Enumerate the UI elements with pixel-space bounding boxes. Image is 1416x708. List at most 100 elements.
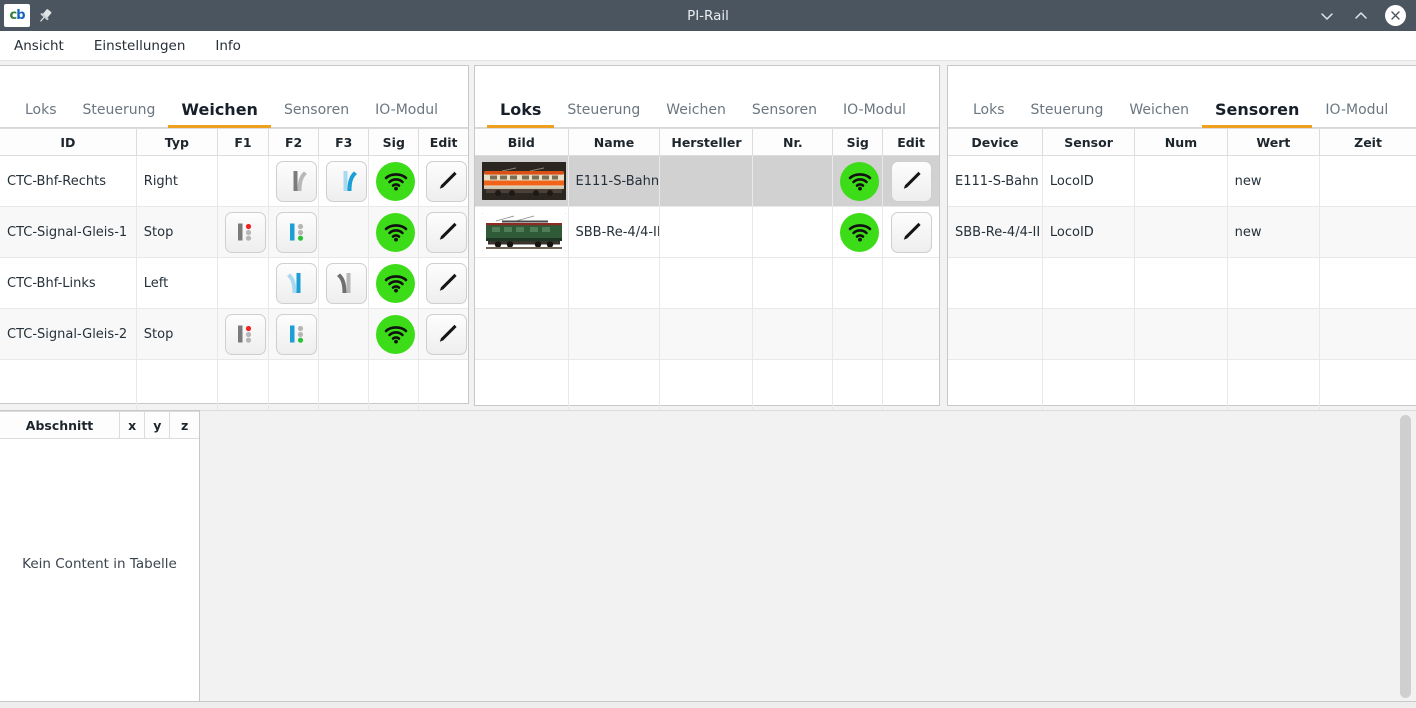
tab-sensoren[interactable]: Sensoren <box>271 102 362 127</box>
pin-icon[interactable] <box>36 7 54 25</box>
turnout-left-straight-icon[interactable] <box>326 263 367 304</box>
cell-edit[interactable] <box>419 207 468 258</box>
cell-f2[interactable] <box>269 207 319 258</box>
wifi-icon[interactable] <box>376 213 415 252</box>
pencil-icon[interactable] <box>891 212 932 253</box>
signal-green-icon[interactable] <box>276 314 317 355</box>
cell-empty <box>1042 258 1134 309</box>
table-row[interactable]: CTC-Signal-Gleis-2 Stop <box>0 309 468 360</box>
panel-sensoren: Loks Steuerung Weichen Sensoren IO-Modul… <box>947 65 1416 406</box>
cell-empty <box>753 360 833 411</box>
menu-item-ansicht[interactable]: Ansicht <box>14 38 64 54</box>
turnout-right-straight-icon[interactable] <box>276 161 317 202</box>
col-abschnitt: Abschnitt <box>0 412 120 439</box>
table-row-empty <box>475 258 939 309</box>
wifi-icon[interactable] <box>840 213 879 252</box>
wifi-icon[interactable] <box>840 162 879 201</box>
cell-empty <box>475 360 568 411</box>
cell-id: CTC-Signal-Gleis-1 <box>0 207 136 258</box>
cell-f3[interactable] <box>319 156 369 207</box>
tabs-left: Loks Steuerung Weichen Sensoren IO-Modul <box>0 66 468 128</box>
weichen-table: ID Typ F1 F2 F3 Sig Edit CTC-Bhf-Rechts … <box>0 128 468 411</box>
cell-edit[interactable] <box>883 156 939 207</box>
tab-steuerung[interactable]: Steuerung <box>70 102 169 127</box>
cell-typ: Stop <box>136 207 217 258</box>
table-row[interactable]: SBB-Re-4/4-II LocoID new <box>948 207 1416 258</box>
col-num: Num <box>1135 129 1227 156</box>
cell-bild <box>475 207 568 258</box>
pencil-icon[interactable] <box>891 161 932 202</box>
cell-f2[interactable] <box>269 258 319 309</box>
cell-edit[interactable] <box>419 309 468 360</box>
turnout-right-diverging-icon[interactable] <box>326 161 367 202</box>
close-icon[interactable] <box>1385 5 1406 26</box>
bottom-blank-area <box>200 410 1416 705</box>
cell-edit[interactable] <box>419 258 468 309</box>
signal-red-icon[interactable] <box>225 212 266 253</box>
menu-item-info[interactable]: Info <box>215 38 241 54</box>
cell-sig[interactable] <box>369 207 419 258</box>
tab-loks[interactable]: Loks <box>960 102 1018 127</box>
cell-empty <box>419 360 468 411</box>
tab-loks[interactable]: Loks <box>487 100 554 127</box>
cell-empty <box>475 309 568 360</box>
wifi-icon[interactable] <box>376 162 415 201</box>
cell-sig[interactable] <box>833 207 883 258</box>
wifi-icon[interactable] <box>376 315 415 354</box>
tab-steuerung[interactable]: Steuerung <box>1018 102 1117 127</box>
cell-sig[interactable] <box>369 258 419 309</box>
tab-io-modul[interactable]: IO-Modul <box>362 102 451 127</box>
table-row[interactable]: CTC-Signal-Gleis-1 Stop <box>0 207 468 258</box>
cell-f2[interactable] <box>269 156 319 207</box>
signal-green-icon[interactable] <box>276 212 317 253</box>
wifi-icon[interactable] <box>376 264 415 303</box>
table-row[interactable]: E111-S-Bahn LocoID new <box>948 156 1416 207</box>
cell-id: CTC-Bhf-Rechts <box>0 156 136 207</box>
cell-sig[interactable] <box>833 156 883 207</box>
table-row[interactable]: SBB-Re-4/4-II <box>475 207 939 258</box>
tab-weichen[interactable]: Weichen <box>653 102 739 127</box>
signal-red-icon[interactable] <box>225 314 266 355</box>
tab-io-modul[interactable]: IO-Modul <box>1312 102 1401 127</box>
cell-empty <box>1042 360 1134 411</box>
pencil-icon[interactable] <box>426 212 467 253</box>
cell-empty <box>1320 309 1416 360</box>
tab-steuerung[interactable]: Steuerung <box>554 102 653 127</box>
cell-f2[interactable] <box>269 309 319 360</box>
tab-sensoren[interactable]: Sensoren <box>1202 100 1312 127</box>
cell-f1[interactable] <box>217 309 268 360</box>
cell-sig[interactable] <box>369 156 419 207</box>
cell-edit[interactable] <box>419 156 468 207</box>
col-edit: Edit <box>419 129 468 156</box>
pencil-icon[interactable] <box>426 314 467 355</box>
tab-io-modul[interactable]: IO-Modul <box>830 102 919 127</box>
cell-empty <box>319 360 369 411</box>
tab-weichen[interactable]: Weichen <box>168 100 271 127</box>
pencil-icon[interactable] <box>426 263 467 304</box>
col-device: Device <box>948 129 1042 156</box>
chevron-down-icon[interactable] <box>1317 6 1337 26</box>
tab-sensoren[interactable]: Sensoren <box>739 102 830 127</box>
col-id: ID <box>0 129 136 156</box>
cell-edit[interactable] <box>883 207 939 258</box>
table-header-row: Abschnitt x y z <box>0 412 199 439</box>
cell-device: SBB-Re-4/4-II <box>948 207 1042 258</box>
cell-f1[interactable] <box>217 207 268 258</box>
cell-bild <box>475 156 568 207</box>
cell-empty <box>948 360 1042 411</box>
cell-empty <box>753 309 833 360</box>
pencil-icon[interactable] <box>426 161 467 202</box>
cell-empty <box>1320 258 1416 309</box>
cell-empty <box>833 360 883 411</box>
tab-loks[interactable]: Loks <box>12 102 70 127</box>
cell-f3[interactable] <box>319 258 369 309</box>
turnout-left-diverging-icon[interactable] <box>276 263 317 304</box>
menu-item-einstellungen[interactable]: Einstellungen <box>94 38 186 54</box>
vertical-scrollbar[interactable] <box>1400 415 1411 698</box>
table-row[interactable]: CTC-Bhf-Rechts Right <box>0 156 468 207</box>
table-row[interactable]: E111-S-Bahn <box>475 156 939 207</box>
cell-sig[interactable] <box>369 309 419 360</box>
table-row[interactable]: CTC-Bhf-Links Left <box>0 258 468 309</box>
tab-weichen[interactable]: Weichen <box>1116 102 1202 127</box>
chevron-up-icon[interactable] <box>1351 6 1371 26</box>
